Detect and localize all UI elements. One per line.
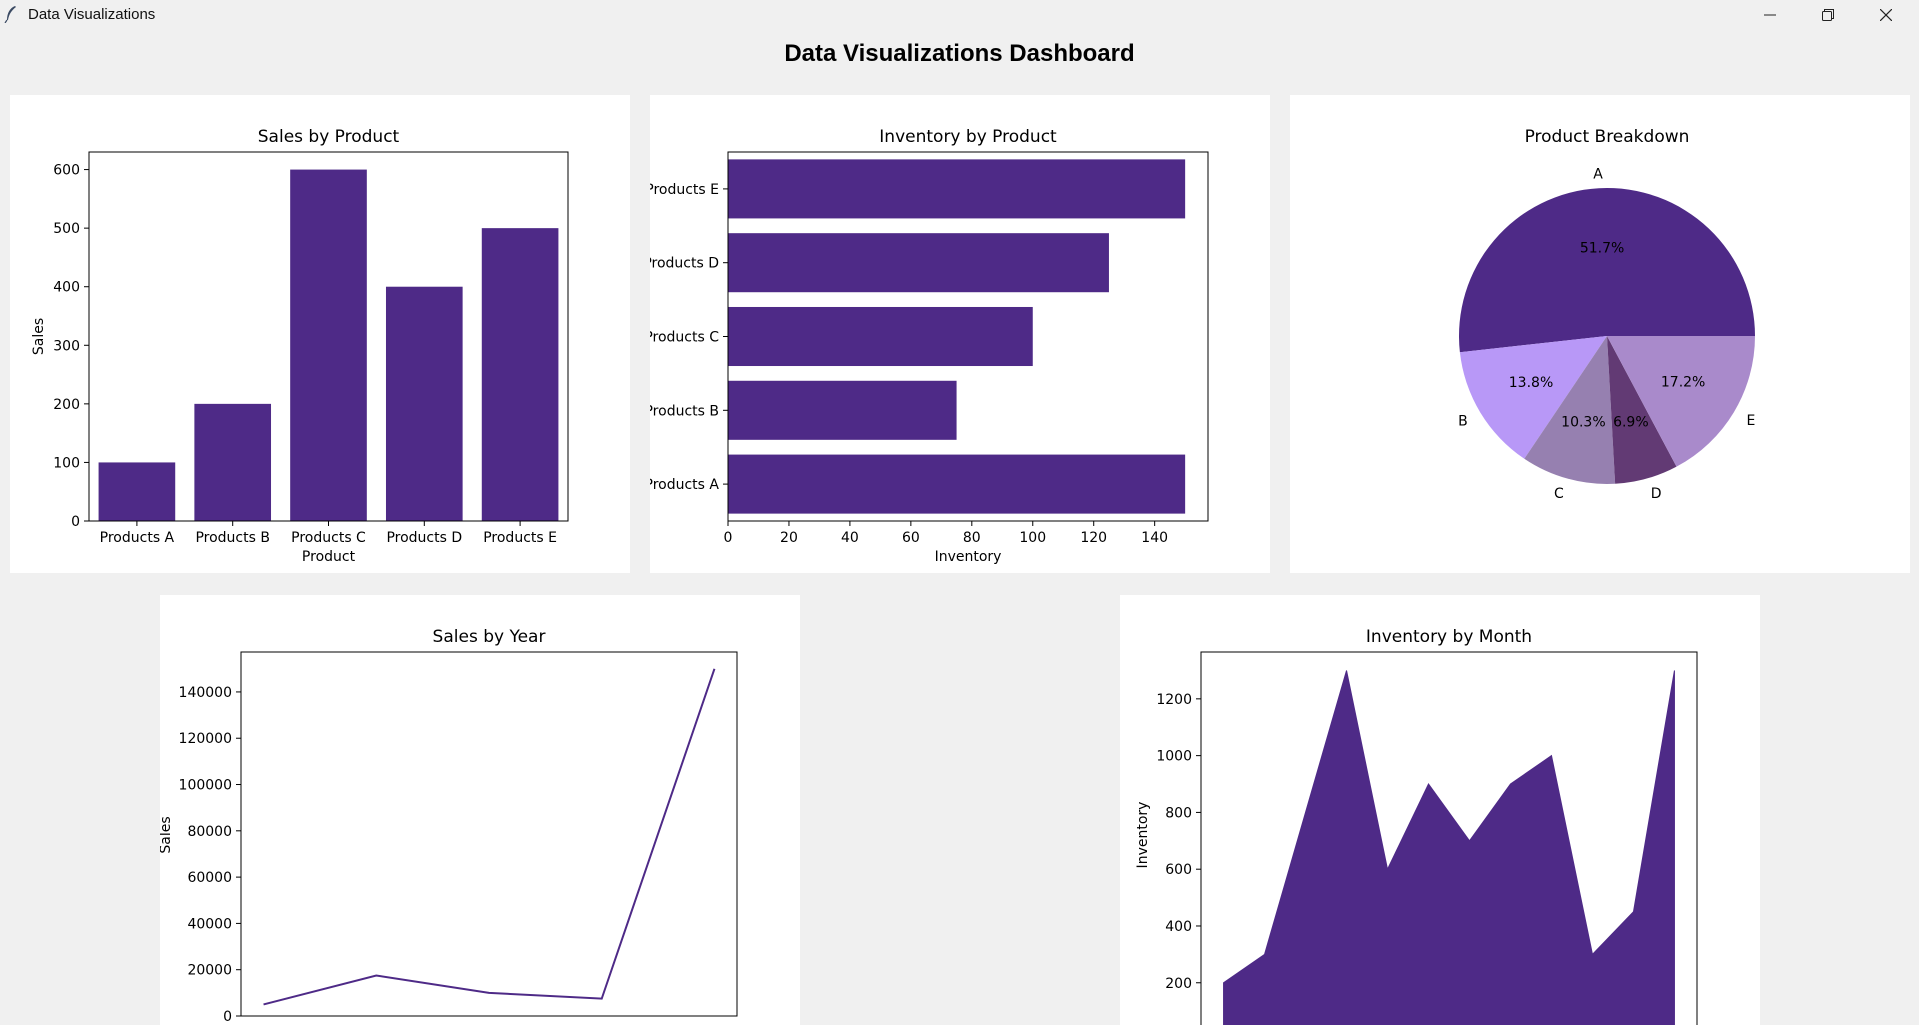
- chart-title: Inventory by Product: [879, 127, 1057, 147]
- chart-title: Product Breakdown: [1525, 127, 1690, 147]
- bar: [728, 306, 1033, 367]
- restore-icon: [1822, 8, 1834, 21]
- x-tick-label: Products D: [386, 530, 462, 546]
- feather-icon: [4, 6, 16, 23]
- x-tick-label: 120: [1080, 530, 1107, 546]
- pie-percent-label: 10.3%: [1561, 415, 1605, 431]
- minimize-icon: [1764, 14, 1776, 15]
- area-fill: [1223, 670, 1675, 1025]
- x-axis-label: Product: [302, 549, 356, 565]
- bar: [290, 169, 367, 522]
- close-icon: [1880, 8, 1892, 21]
- bar: [194, 403, 272, 521]
- pie-label: A: [1593, 166, 1603, 182]
- y-tick-label: Products D: [650, 256, 719, 272]
- sales-by-product-panel: Sales by Product Products A Products B Prod…: [10, 95, 630, 573]
- y-axis-label: Sales: [160, 816, 174, 853]
- y-tick-label: 40000: [187, 916, 232, 932]
- pie-slice: [1459, 188, 1755, 353]
- x-tick-label: Products A: [100, 530, 175, 546]
- minimize-button[interactable]: [1741, 0, 1799, 29]
- maximize-button[interactable]: [1799, 0, 1857, 29]
- y-tick-label: 120000: [179, 731, 232, 747]
- inventory-by-product-chart: Inventory by Product Products A Products B…: [650, 127, 1209, 565]
- plot-frame: [240, 651, 738, 1017]
- y-tick-label: 1200: [1156, 692, 1192, 708]
- x-tick-label: Products B: [195, 530, 270, 546]
- x-tick-label: 60: [902, 530, 920, 546]
- y-tick-label: 100000: [179, 778, 232, 794]
- pie-percent-label: 17.2%: [1661, 375, 1705, 391]
- y-tick-label: 60000: [187, 870, 232, 886]
- bar: [728, 233, 1109, 293]
- bar: [385, 286, 463, 521]
- y-tick-label: Products C: [650, 330, 719, 346]
- x-tick-label: 0: [724, 530, 733, 546]
- bar: [728, 380, 957, 440]
- sales-by-product-chart: Sales by Product Products A Products B Prod…: [31, 127, 569, 565]
- y-axis-label: Inventory: [1135, 802, 1151, 869]
- sales-by-year-panel: Sales by Year 0 20000 40000 60000 80000 100000…: [160, 595, 800, 1025]
- y-tick-label: 1000: [1156, 749, 1192, 765]
- pie-percent-label: 51.7%: [1580, 240, 1624, 256]
- y-tick-label: 600: [1165, 862, 1192, 878]
- y-tick-label: 20000: [187, 963, 232, 979]
- x-tick-label: Products C: [291, 530, 366, 546]
- dashboard-title: Data Visualizations Dashboard: [784, 40, 1135, 67]
- y-tick-label: 0: [223, 1009, 232, 1025]
- x-tick-label: 80: [963, 530, 981, 546]
- x-axis-label: Inventory: [935, 549, 1002, 565]
- chart-title: Sales by Year: [433, 627, 546, 647]
- pie-label: E: [1747, 413, 1756, 429]
- bar: [481, 228, 559, 521]
- y-tick-label: 140000: [179, 685, 232, 701]
- x-tick-label: Products E: [483, 530, 557, 546]
- chart-title: Inventory by Month: [1366, 627, 1532, 647]
- y-tick-label: 400: [53, 280, 80, 296]
- y-tick-label: 500: [53, 221, 80, 237]
- y-tick-label: 200: [1165, 976, 1192, 992]
- sales-by-year-chart: Sales by Year 0 20000 40000 60000 80000 100000…: [160, 627, 738, 1025]
- y-tick-label: 300: [53, 338, 80, 354]
- chart-title: Sales by Product: [258, 127, 400, 147]
- inventory-by-month-panel: Inventory by Month020040060080010001200I…: [1120, 595, 1760, 1025]
- y-tick-label: 600: [53, 163, 80, 179]
- x-tick-label: 40: [841, 530, 859, 546]
- y-tick-label: 800: [1165, 805, 1192, 821]
- series-line: [263, 668, 716, 1006]
- y-tick-label: 0: [71, 514, 80, 530]
- y-tick-label: 80000: [187, 824, 232, 840]
- y-tick-label: 200: [53, 397, 80, 413]
- x-tick-label: 140: [1141, 530, 1168, 546]
- product-breakdown-panel: Product Breakdown A 51.7% B 13.8% C 10.3% D 6.9%…: [1290, 95, 1910, 573]
- product-breakdown-chart: Product Breakdown A 51.7% B 13.8% C 10.3% D 6.9%…: [1458, 127, 1756, 502]
- bar: [728, 159, 1186, 219]
- inventory-by-product-panel: Inventory by Product Products A Products B…: [650, 95, 1270, 573]
- y-tick-label: Products B: [650, 403, 719, 419]
- y-tick-label: 100: [53, 455, 80, 471]
- close-button[interactable]: [1857, 0, 1915, 29]
- pie-label: D: [1651, 486, 1662, 502]
- x-tick-label: 20: [780, 530, 798, 546]
- pie-percent-label: 6.9%: [1613, 415, 1649, 431]
- pie-label: C: [1554, 486, 1564, 502]
- y-tick-label: Products A: [650, 477, 719, 493]
- y-tick-label: 400: [1165, 919, 1192, 935]
- pie-percent-label: 13.8%: [1509, 375, 1553, 391]
- x-tick-label: 100: [1019, 530, 1046, 546]
- y-tick-label: Products E: [650, 182, 719, 198]
- window-title: Data Visualizations: [28, 6, 156, 23]
- bar: [728, 454, 1186, 514]
- title-bar: Data Visualizations: [0, 0, 1919, 29]
- y-axis-label: Sales: [31, 318, 47, 355]
- inventory-by-month-chart: Inventory by Month020040060080010001200I…: [1135, 627, 1698, 1025]
- bar: [98, 462, 176, 521]
- pie-label: B: [1458, 413, 1468, 429]
